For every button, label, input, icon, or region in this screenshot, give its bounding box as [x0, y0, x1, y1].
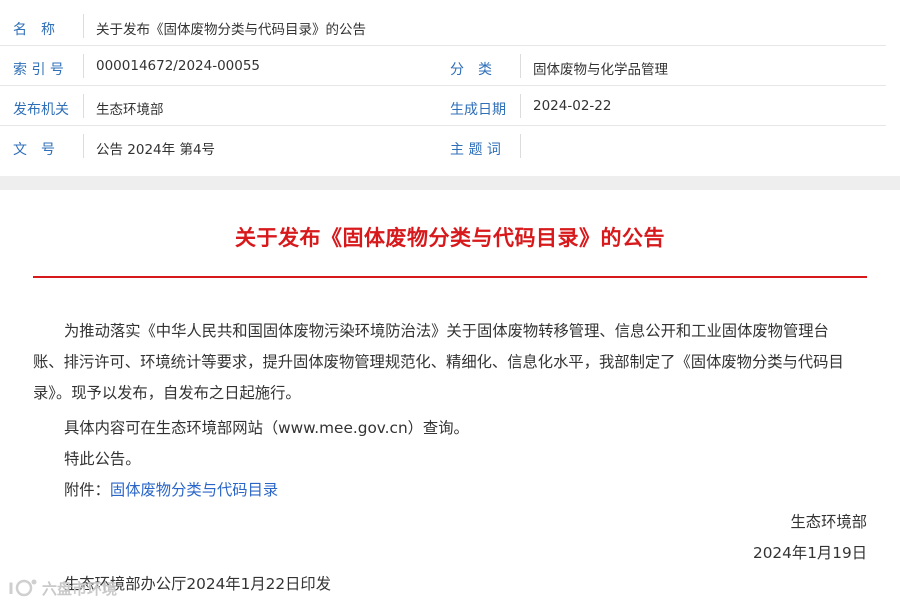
paragraph-query: 具体内容可在生态环境部网站（www.mee.gov.cn）查询。 [64, 419, 469, 437]
doc-no-label: 文 号 [13, 142, 55, 158]
index-label: 索 引 号 [13, 62, 64, 78]
meta-row-doc-no: 文 号 公告 2024年 第4号 主 题 词 [0, 126, 886, 166]
watermark-logo-icon: I [8, 579, 37, 598]
divider [520, 54, 521, 78]
name-label: 名 称 [13, 22, 55, 38]
document-meta-table: 名 称 关于发布《固体废物分类与代码目录》的公告 索 引 号 000014672… [0, 0, 886, 176]
watermark: I 六盘市环境 [8, 576, 117, 600]
title-underline [33, 276, 867, 278]
divider [83, 134, 84, 158]
divider [520, 134, 521, 158]
paragraph-line-1: 为推动落实《中华人民共和国固体废物污染环境防治法》关于固体废物转移管理、信息公开… [64, 322, 829, 340]
subject-label: 主 题 词 [450, 142, 501, 158]
divider [520, 94, 521, 118]
name-value: 关于发布《固体废物分类与代码目录》的公告 [96, 22, 366, 38]
meta-row-issuer: 发布机关 生态环境部 生成日期 2024-02-22 [0, 86, 886, 126]
attachment-line: 附件：固体废物分类与代码目录 [64, 478, 278, 500]
category-value: 固体废物与化学品管理 [533, 62, 668, 78]
paragraph-line-2: 账、排污许可、环境统计等要求，提升固体废物管理规范化、精细化、信息化水平，我部制… [33, 353, 844, 371]
doc-no-value: 公告 2024年 第4号 [96, 142, 216, 158]
attachment-label: 附件： [64, 481, 110, 499]
category-label: 分 类 [450, 62, 492, 78]
issuer-value: 生态环境部 [96, 102, 164, 118]
issuer-label: 发布机关 [13, 102, 69, 118]
article-title: 关于发布《固体废物分类与代码目录》的公告 [235, 226, 665, 250]
date-value: 2024-02-22 [533, 98, 612, 114]
paragraph-closing: 特此公告。 [64, 450, 141, 468]
divider [83, 54, 84, 78]
watermark-text: 六盘市环境 [42, 579, 118, 598]
index-value: 000014672/2024-00055 [96, 58, 261, 74]
section-divider-band [0, 176, 900, 190]
paragraph-line-3: 录》。现予以发布，自发布之日起施行。 [33, 384, 301, 402]
meta-row-index: 索 引 号 000014672/2024-00055 分 类 固体废物与化学品管… [0, 46, 886, 86]
attachment-link[interactable]: 固体废物分类与代码目录 [110, 481, 278, 499]
divider [83, 94, 84, 118]
divider [83, 14, 84, 38]
signer: 生态环境部 [790, 513, 868, 531]
sign-date: 2024年1月19日 [752, 544, 867, 562]
date-label: 生成日期 [450, 102, 506, 118]
svg-text:I: I [8, 579, 14, 598]
meta-row-name: 名 称 关于发布《固体废物分类与代码目录》的公告 [0, 6, 886, 46]
